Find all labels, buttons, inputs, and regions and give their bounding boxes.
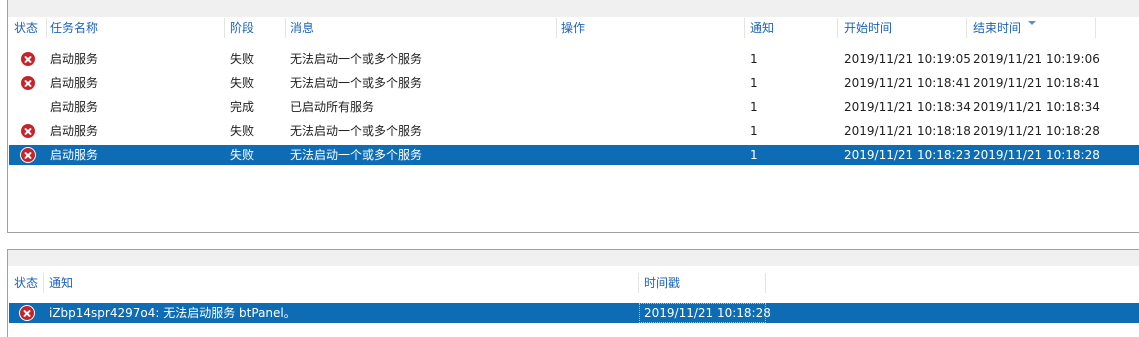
cell-stage: 失败 [230,52,255,66]
cell-start-time: 2019/11/21 10:19:05 [844,52,971,66]
cell-notify: 1 [750,148,758,162]
cell-stage: 失败 [230,148,255,162]
table-row[interactable]: 启动服务 完成 已启动所有服务 1 2019/11/21 10:18:34 2019/11… [9,97,1139,117]
error-circle-x-icon [21,76,35,90]
notifications-header-row: 状态 通知 时间戳 [8,273,1139,293]
table-row[interactable]: 启动服务 失败 无法启动一个或多个服务 1 2019/11/21 10:18:41 201… [9,73,1139,93]
col-divider[interactable] [837,18,838,38]
col-divider[interactable] [744,18,745,38]
col-header-action[interactable]: 操作 [561,18,585,38]
cell-end-time: 2019/11/21 10:18:41 [973,76,1100,90]
tasks-toolbar-strip [8,0,1139,18]
cell-task-name: 启动服务 [50,148,99,162]
error-circle-x-icon [20,306,34,320]
col-divider[interactable] [46,18,47,38]
cell-stage: 失败 [230,124,255,138]
cell-notify: 1 [750,76,758,90]
cell-task-name: 启动服务 [50,76,99,90]
error-circle-x-icon [21,52,35,66]
col-divider[interactable] [224,18,225,38]
cell-end-time: 2019/11/21 10:19:06 [973,52,1100,66]
col-divider[interactable] [765,273,766,293]
cell-stage: 完成 [230,100,255,114]
table-row[interactable]: 启动服务 失败 无法启动一个或多个服务 1 2019/11/21 10:18:18 201… [9,121,1139,141]
cell-start-time: 2019/11/21 10:18:18 [844,124,971,138]
col-divider[interactable] [966,18,967,38]
cell-message: 无法启动一个或多个服务 [290,76,423,90]
col-divider[interactable] [43,273,44,293]
cell-task-name: 启动服务 [50,100,99,114]
col-header-status[interactable]: 状态 [14,18,38,38]
col-header-notification[interactable]: 通知 [49,273,73,293]
cell-notification: iZbp14spr4297o4: 无法启动服务 btPanel。 [49,306,296,320]
col-divider[interactable] [556,18,557,38]
col-header-start-time[interactable]: 开始时间 [844,18,892,38]
cell-timestamp: 2019/11/21 10:18:28 [639,303,771,323]
notifications-toolbar-strip [8,250,1139,267]
col-header-timestamp[interactable]: 时间戳 [644,273,680,293]
cell-end-time: 2019/11/21 10:18:28 [973,148,1100,162]
error-circle-x-icon [21,124,35,138]
col-divider[interactable] [638,273,639,293]
tasks-header-row: 状态 任务名称 阶段 消息 操作 通知 开始时间 结束时间 [8,18,1139,38]
notifications-panel: 状态 通知 时间戳 iZbp14spr4297o4: 无法启动服务 btPane… [7,249,1139,337]
error-circle-x-icon [21,148,35,162]
cell-notify: 1 [750,124,758,138]
cell-stage: 失败 [230,76,255,90]
sort-descending-icon [1028,21,1036,25]
cell-notify: 1 [750,100,758,114]
cell-start-time: 2019/11/21 10:18:41 [844,76,971,90]
cell-start-time: 2019/11/21 10:18:34 [844,100,971,114]
cell-notify: 1 [750,52,758,66]
cell-message: 已启动所有服务 [290,100,375,114]
cell-message: 无法启动一个或多个服务 [290,148,423,162]
table-row[interactable]: 启动服务 失败 无法启动一个或多个服务 1 2019/11/21 10:19:05 201… [9,49,1139,69]
col-divider[interactable] [1095,18,1096,38]
col-header-end-time[interactable]: 结束时间 [973,18,1021,38]
cell-end-time: 2019/11/21 10:18:28 [973,124,1100,138]
cell-end-time: 2019/11/21 10:18:34 [973,100,1100,114]
col-header-notify[interactable]: 通知 [750,18,774,38]
cell-message: 无法启动一个或多个服务 [290,124,423,138]
col-header-stage[interactable]: 阶段 [230,18,254,38]
cell-task-name: 启动服务 [50,52,99,66]
col-header-message[interactable]: 消息 [290,18,314,38]
cell-message: 无法启动一个或多个服务 [290,52,423,66]
col-divider[interactable] [285,18,286,38]
tasks-panel: 状态 任务名称 阶段 消息 操作 通知 开始时间 结束时间 启动服务 失败 无法启动… [7,0,1139,233]
col-header-status[interactable]: 状态 [14,273,38,293]
col-header-task-name[interactable]: 任务名称 [50,18,98,38]
cell-start-time: 2019/11/21 10:18:23 [844,148,971,162]
table-row[interactable]: 启动服务 失败 无法启动一个或多个服务 1 2019/11/21 10:18:23 201… [9,145,1139,165]
cell-task-name: 启动服务 [50,124,99,138]
table-row[interactable]: iZbp14spr4297o4: 无法启动服务 btPanel。 2019/11/… [9,303,1139,323]
